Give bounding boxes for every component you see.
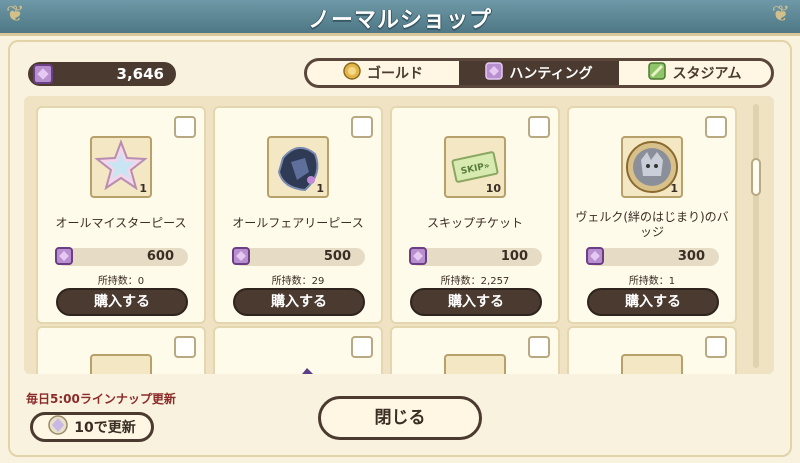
lineup-update-notice: 毎日5:00ラインナップ更新 [26, 392, 176, 406]
buy-button[interactable]: 購入する [587, 288, 719, 316]
item-icon [267, 354, 329, 374]
corner-ornament-icon: ❦ [771, 2, 790, 27]
close-button[interactable]: 閉じる [318, 396, 482, 440]
page-title: ノーマルショップ [307, 8, 492, 33]
tab-stadium[interactable]: スタジアム [619, 61, 771, 85]
hunting-gem-icon [485, 62, 504, 84]
item-card[interactable]: SKIP» 10 スキップチケット 100 所持数：2,257 購入する [390, 106, 560, 324]
shop-window: ノーマルショップ ❦ ❦ 3,646 ゴールド ハンティング スタジアム 1 オ… [0, 0, 800, 463]
scrollbar-track[interactable] [753, 104, 759, 368]
item-card[interactable]: 1 オールマイスターピース 600 所持数：0 購入する [36, 106, 206, 324]
select-checkbox[interactable] [528, 336, 550, 358]
tab-label: ゴールド [367, 66, 423, 82]
item-icon [621, 354, 683, 374]
shop-tabs: ゴールド ハンティング スタジアム [304, 58, 774, 88]
tab-label: スタジアム [672, 66, 742, 82]
header-bar: ノーマルショップ [0, 0, 800, 36]
refresh-button[interactable]: 10で更新 [30, 412, 154, 442]
item-card[interactable] [36, 326, 206, 374]
refresh-label: 10で更新 [74, 420, 136, 436]
item-card[interactable] [567, 326, 737, 374]
tab-hunting[interactable]: ハンティング [459, 61, 619, 85]
item-icon [90, 354, 152, 374]
buy-button[interactable]: 購入する [233, 288, 365, 316]
fairy-piece-icon: 1 [267, 136, 329, 198]
tab-gold[interactable]: ゴールド [307, 61, 459, 85]
select-checkbox[interactable] [174, 336, 196, 358]
item-name: ヴェルク(絆のはじまり)のバッジ [575, 210, 729, 239]
item-card[interactable] [213, 326, 383, 374]
owned-count: 所持数：2,257 [440, 276, 510, 287]
currency-amount: 3,646 [116, 65, 164, 83]
scrollbar-thumb[interactable] [751, 158, 761, 196]
item-name: スキップチケット [426, 216, 523, 230]
item-count: 10 [485, 182, 501, 195]
hunting-gem-icon [32, 63, 54, 89]
item-price: 300 [586, 247, 719, 266]
item-count: 1 [139, 182, 147, 195]
gold-coin-icon [343, 62, 361, 84]
item-count: 1 [316, 182, 324, 195]
tab-label: ハンティング [509, 66, 593, 82]
buy-button[interactable]: 購入する [56, 288, 188, 316]
select-checkbox[interactable] [705, 336, 727, 358]
select-checkbox[interactable] [351, 336, 373, 358]
item-price: 600 [55, 247, 188, 266]
stadium-gem-icon [648, 62, 667, 84]
owned-count: 所持数：1 [628, 276, 676, 287]
select-checkbox[interactable] [351, 116, 373, 138]
currency-display: 3,646 [28, 62, 176, 86]
item-card[interactable] [390, 326, 560, 374]
item-count: 1 [670, 182, 678, 195]
item-price: 100 [409, 247, 542, 266]
item-icon [444, 354, 506, 374]
buy-button[interactable]: 購入する [410, 288, 542, 316]
owned-count: 所持数：29 [271, 276, 325, 287]
refresh-gem-icon [48, 415, 68, 439]
hunting-gem-icon [231, 246, 251, 270]
item-card[interactable]: 1 ヴェルク(絆のはじまり)のバッジ 300 所持数：1 購入する [567, 106, 737, 324]
hunting-gem-icon [408, 246, 428, 270]
star-piece-icon: 1 [90, 136, 152, 198]
item-card[interactable]: 1 オールフェアリーピース 500 所持数：29 購入する [213, 106, 383, 324]
skip-ticket-icon: SKIP» 10 [444, 136, 506, 198]
item-price: 500 [232, 247, 365, 266]
item-name: オールマイスターピース [55, 216, 187, 230]
item-name: オールフェアリーピース [232, 216, 364, 230]
wolf-badge-icon: 1 [621, 136, 683, 198]
hunting-gem-icon [54, 246, 74, 270]
hunting-gem-icon [585, 246, 605, 270]
select-checkbox[interactable] [528, 116, 550, 138]
corner-ornament-icon: ❦ [6, 2, 25, 27]
owned-count: 所持数：0 [97, 276, 145, 287]
item-grid[interactable]: 1 オールマイスターピース 600 所持数：0 購入する 1 オールフェアリーピ… [24, 96, 774, 374]
select-checkbox[interactable] [705, 116, 727, 138]
select-checkbox[interactable] [174, 116, 196, 138]
